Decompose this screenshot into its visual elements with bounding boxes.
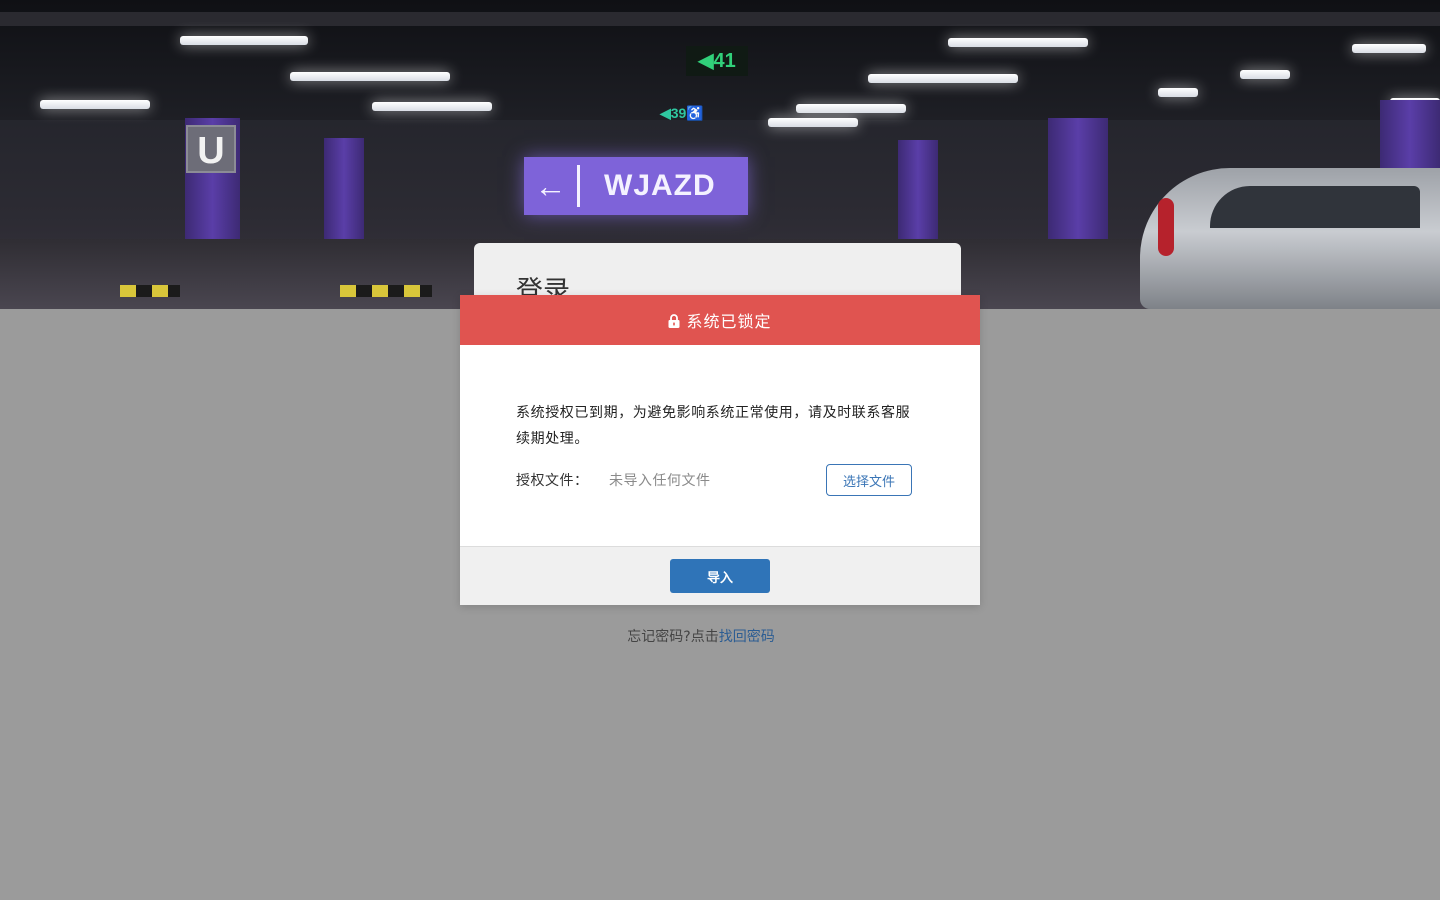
ceiling-lamp [768,118,858,127]
import-button[interactable]: 导入 [670,559,770,593]
car [1140,168,1440,309]
wjazd-sign: ← WJAZD [524,157,748,215]
recover-password-link[interactable]: 找回密码 [719,629,775,645]
parking-counter-sign: ◀41 [686,46,748,76]
license-file-status: 未导入任何文件 [609,473,711,489]
system-locked-modal: 系统已锁定 系统授权已到期，为避免影响系统正常使用，请及时联系客服续期处理。 授… [460,295,980,605]
car-taillight [1158,198,1174,256]
ceiling-lamp [796,104,906,113]
floor-stripe [340,285,432,297]
license-expired-message: 系统授权已到期，为避免影响系统正常使用，请及时联系客服续期处理。 [516,405,911,447]
ceiling-lamp [1352,44,1426,53]
wjazd-sign-text: WJAZD [604,169,716,202]
ceiling-lamp [372,102,492,111]
parking-counter-sign-small: ◀39♿ [660,105,704,121]
ceiling-lamp [1158,88,1198,97]
ceiling-beam [0,12,1440,26]
modal-title: 系统已锁定 [686,312,772,331]
arrow-left-icon: ← [524,165,580,207]
ceiling-lamp [180,36,308,45]
ceiling-lamp [868,74,1018,83]
ceiling-lamp [290,72,450,81]
ceiling-lamp [1240,70,1290,79]
modal-header: 系统已锁定 [460,295,980,345]
choose-file-button[interactable]: 选择文件 [826,464,912,496]
ceiling-lamp [40,100,150,109]
u-sign: U [186,125,236,173]
license-file-row: 授权文件： 未导入任何文件 选择文件 [516,464,912,496]
car-window [1210,186,1420,228]
lock-icon [668,314,680,328]
floor-stripe [120,285,180,297]
modal-body: 系统授权已到期，为避免影响系统正常使用，请及时联系客服续期处理。 授权文件： 未… [460,345,980,546]
forgot-password-line: 忘记密码?点击找回密码 [0,626,1402,646]
forgot-password-text: 忘记密码?点击 [627,629,719,645]
modal-footer: 导入 [460,546,980,605]
ceiling-lamp [948,38,1088,47]
license-file-label: 授权文件： [516,473,589,489]
